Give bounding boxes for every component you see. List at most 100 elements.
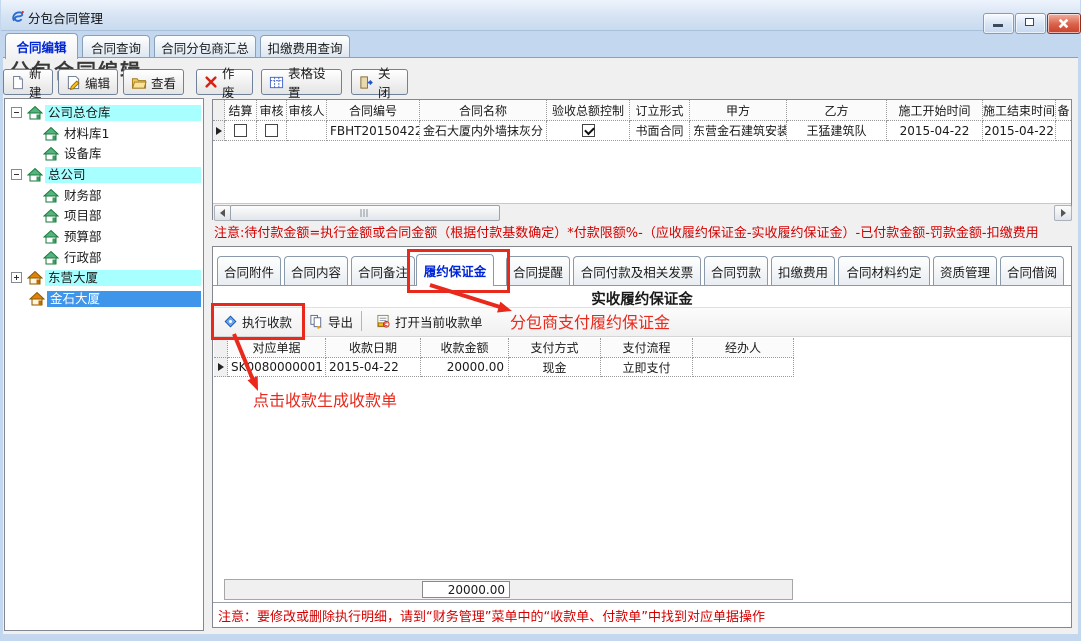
tree-item-budget-dept[interactable]: 预算部 xyxy=(5,227,203,247)
window-title: 分包合同管理 xyxy=(28,8,103,27)
cell-pay-flow[interactable]: 立即支付 xyxy=(601,358,693,377)
tree-item-finance-dept[interactable]: 财务部 xyxy=(5,186,203,206)
col-header-receipt-amount[interactable]: 收款金额 xyxy=(421,338,509,358)
cell-contract-name[interactable]: 金石大厦内外墙抹灰分 xyxy=(420,121,547,141)
col-header-receipt-date[interactable]: 收款日期 xyxy=(326,338,421,358)
app-logo-icon xyxy=(10,9,25,24)
close-button[interactable] xyxy=(1047,13,1081,34)
tab-label: 合同罚款 xyxy=(711,262,761,281)
scrollbar-thumb[interactable] xyxy=(230,205,500,221)
cell-audit[interactable] xyxy=(257,121,287,141)
table-settings-button[interactable]: 表格设置 xyxy=(261,69,342,95)
tree-item-head-office[interactable]: 总公司 xyxy=(5,165,203,185)
tab-label: 合同备注 xyxy=(358,262,408,281)
col-header-settle[interactable]: 结算 xyxy=(225,100,257,121)
tree-item-label: 财务部 xyxy=(61,188,201,204)
cell-end-date[interactable]: 2015-04-22 xyxy=(983,121,1056,141)
tab-contract-edit[interactable]: 合同编辑 xyxy=(5,33,78,59)
col-header-party-b[interactable]: 乙方 xyxy=(787,100,887,121)
void-button[interactable]: 作废 xyxy=(196,69,253,95)
footer-divider xyxy=(213,602,1071,603)
tree-item-equipment-store[interactable]: 设备库 xyxy=(5,144,203,164)
title-bar: 分包合同管理 xyxy=(1,0,1080,31)
tab-subcontractor-summary[interactable]: 合同分包商汇总 xyxy=(154,35,256,59)
cell-handler[interactable] xyxy=(693,358,794,377)
cell-remark-clipped[interactable] xyxy=(1056,121,1071,141)
cell-receipt-date[interactable]: 2015-04-22 xyxy=(326,358,421,377)
col-header-audit[interactable]: 审核 xyxy=(257,100,287,121)
tab-contract-attachment[interactable]: 合同附件 xyxy=(217,256,281,286)
tree-item-label: 行政部 xyxy=(61,250,201,266)
tab-contract-content[interactable]: 合同内容 xyxy=(284,256,348,286)
col-header-contract-name[interactable]: 合同名称 xyxy=(420,100,547,121)
col-header-doc-no[interactable]: 对应单据 xyxy=(228,338,326,358)
collapse-icon[interactable] xyxy=(11,107,22,118)
total-control-checkbox[interactable] xyxy=(582,124,595,137)
edit-button[interactable]: 编辑 xyxy=(58,69,118,95)
cell-doc-no[interactable]: SK0080000001 xyxy=(228,358,326,377)
org-tree-panel: 公司总仓库 材料库1 设备库 总公司 财务部 项目部 预算部 行 xyxy=(4,98,204,631)
col-header-pay-method[interactable]: 支付方式 xyxy=(509,338,601,358)
new-button[interactable]: 新建 xyxy=(3,69,53,95)
tree-item-company-warehouse[interactable]: 公司总仓库 xyxy=(5,103,203,123)
tab-contract-penalty[interactable]: 合同罚款 xyxy=(704,256,768,286)
cell-total-control[interactable] xyxy=(547,121,630,141)
tab-label: 合同编辑 xyxy=(16,37,66,56)
tree-item-admin-dept[interactable]: 行政部 xyxy=(5,248,203,268)
col-header-total-control[interactable]: 验收总额控制 xyxy=(547,100,630,121)
col-header-form[interactable]: 订立形式 xyxy=(630,100,690,121)
tree-item-jinshi-building[interactable]: 金石大厦 xyxy=(5,289,203,309)
col-header-start-date[interactable]: 施工开始时间 xyxy=(887,100,983,121)
cell-form[interactable]: 书面合同 xyxy=(630,121,690,141)
tab-label: 合同提醒 xyxy=(513,262,563,281)
cell-pay-method[interactable]: 现金 xyxy=(509,358,601,377)
tab-label: 合同材料约定 xyxy=(846,262,921,281)
open-folder-icon xyxy=(131,75,147,90)
tab-payment-invoices[interactable]: 合同付款及相关发票 xyxy=(573,256,701,286)
col-header-auditor[interactable]: 审核人 xyxy=(287,100,327,121)
open-current-receipt-button[interactable]: 打开当前收款单 xyxy=(371,310,487,333)
cell-settle[interactable] xyxy=(225,121,257,141)
tree-item-project-dept[interactable]: 项目部 xyxy=(5,206,203,226)
col-header-contract-no[interactable]: 合同编号 xyxy=(327,100,420,121)
tab-contract-borrow[interactable]: 合同借阅 xyxy=(1000,256,1064,286)
cell-contract-no[interactable]: FBHT2015042201 xyxy=(327,121,420,141)
tree-item-dongying-building[interactable]: 东营大厦 xyxy=(5,268,203,288)
export-button[interactable]: 导出 xyxy=(305,310,357,333)
row-indicator xyxy=(213,121,225,141)
col-header-party-a[interactable]: 甲方 xyxy=(690,100,787,121)
col-header-end-date[interactable]: 施工结束时间 xyxy=(983,100,1056,121)
cell-receipt-amount[interactable]: 20000.00 xyxy=(421,358,509,377)
col-header-remark-clipped[interactable]: 备 xyxy=(1056,100,1071,121)
scroll-left-button[interactable] xyxy=(214,205,231,221)
tab-withhold-fee[interactable]: 扣缴费用 xyxy=(771,256,835,286)
tab-withhold-fee-query[interactable]: 扣缴费用查询 xyxy=(260,35,350,59)
building-icon xyxy=(29,291,45,307)
view-button[interactable]: 查看 xyxy=(123,69,184,95)
maximize-button[interactable] xyxy=(1015,13,1046,34)
collapse-icon[interactable] xyxy=(11,169,22,180)
tab-qualification[interactable]: 资质管理 xyxy=(933,256,997,286)
tab-material-agreement[interactable]: 合同材料约定 xyxy=(838,256,930,286)
annotation-pay-deposit: 分包商支付履约保证金 xyxy=(510,309,670,333)
edit-delete-note: 注意：要修改或删除执行明细，请到“财务管理”菜单中的“收款单、付款单”中找到对应… xyxy=(218,606,765,625)
contracts-grid-hscrollbar[interactable] xyxy=(213,203,1071,220)
expand-icon[interactable] xyxy=(11,272,22,283)
tab-contract-remark[interactable]: 合同备注 xyxy=(351,256,415,286)
col-header-handler[interactable]: 经办人 xyxy=(693,338,794,358)
col-header-pay-flow[interactable]: 支付流程 xyxy=(601,338,693,358)
current-row-arrow-icon xyxy=(216,127,222,135)
audit-checkbox[interactable] xyxy=(265,124,278,137)
scrollbar-grip xyxy=(361,209,370,217)
minimize-button[interactable] xyxy=(983,13,1014,34)
scroll-right-button[interactable] xyxy=(1054,205,1072,221)
cell-start-date[interactable]: 2015-04-22 xyxy=(887,121,983,141)
tree-item-material-store[interactable]: 材料库1 xyxy=(5,124,203,144)
settle-checkbox[interactable] xyxy=(234,124,247,137)
total-amount-box: 20000.00 xyxy=(422,581,510,598)
cell-party-b[interactable]: 王猛建筑队 xyxy=(787,121,887,141)
close-view-button[interactable]: 关闭 xyxy=(351,69,408,95)
cell-auditor[interactable] xyxy=(287,121,327,141)
tab-contract-reminder[interactable]: 合同提醒 xyxy=(506,256,570,286)
cell-party-a[interactable]: 东营金石建筑安装 xyxy=(690,121,787,141)
